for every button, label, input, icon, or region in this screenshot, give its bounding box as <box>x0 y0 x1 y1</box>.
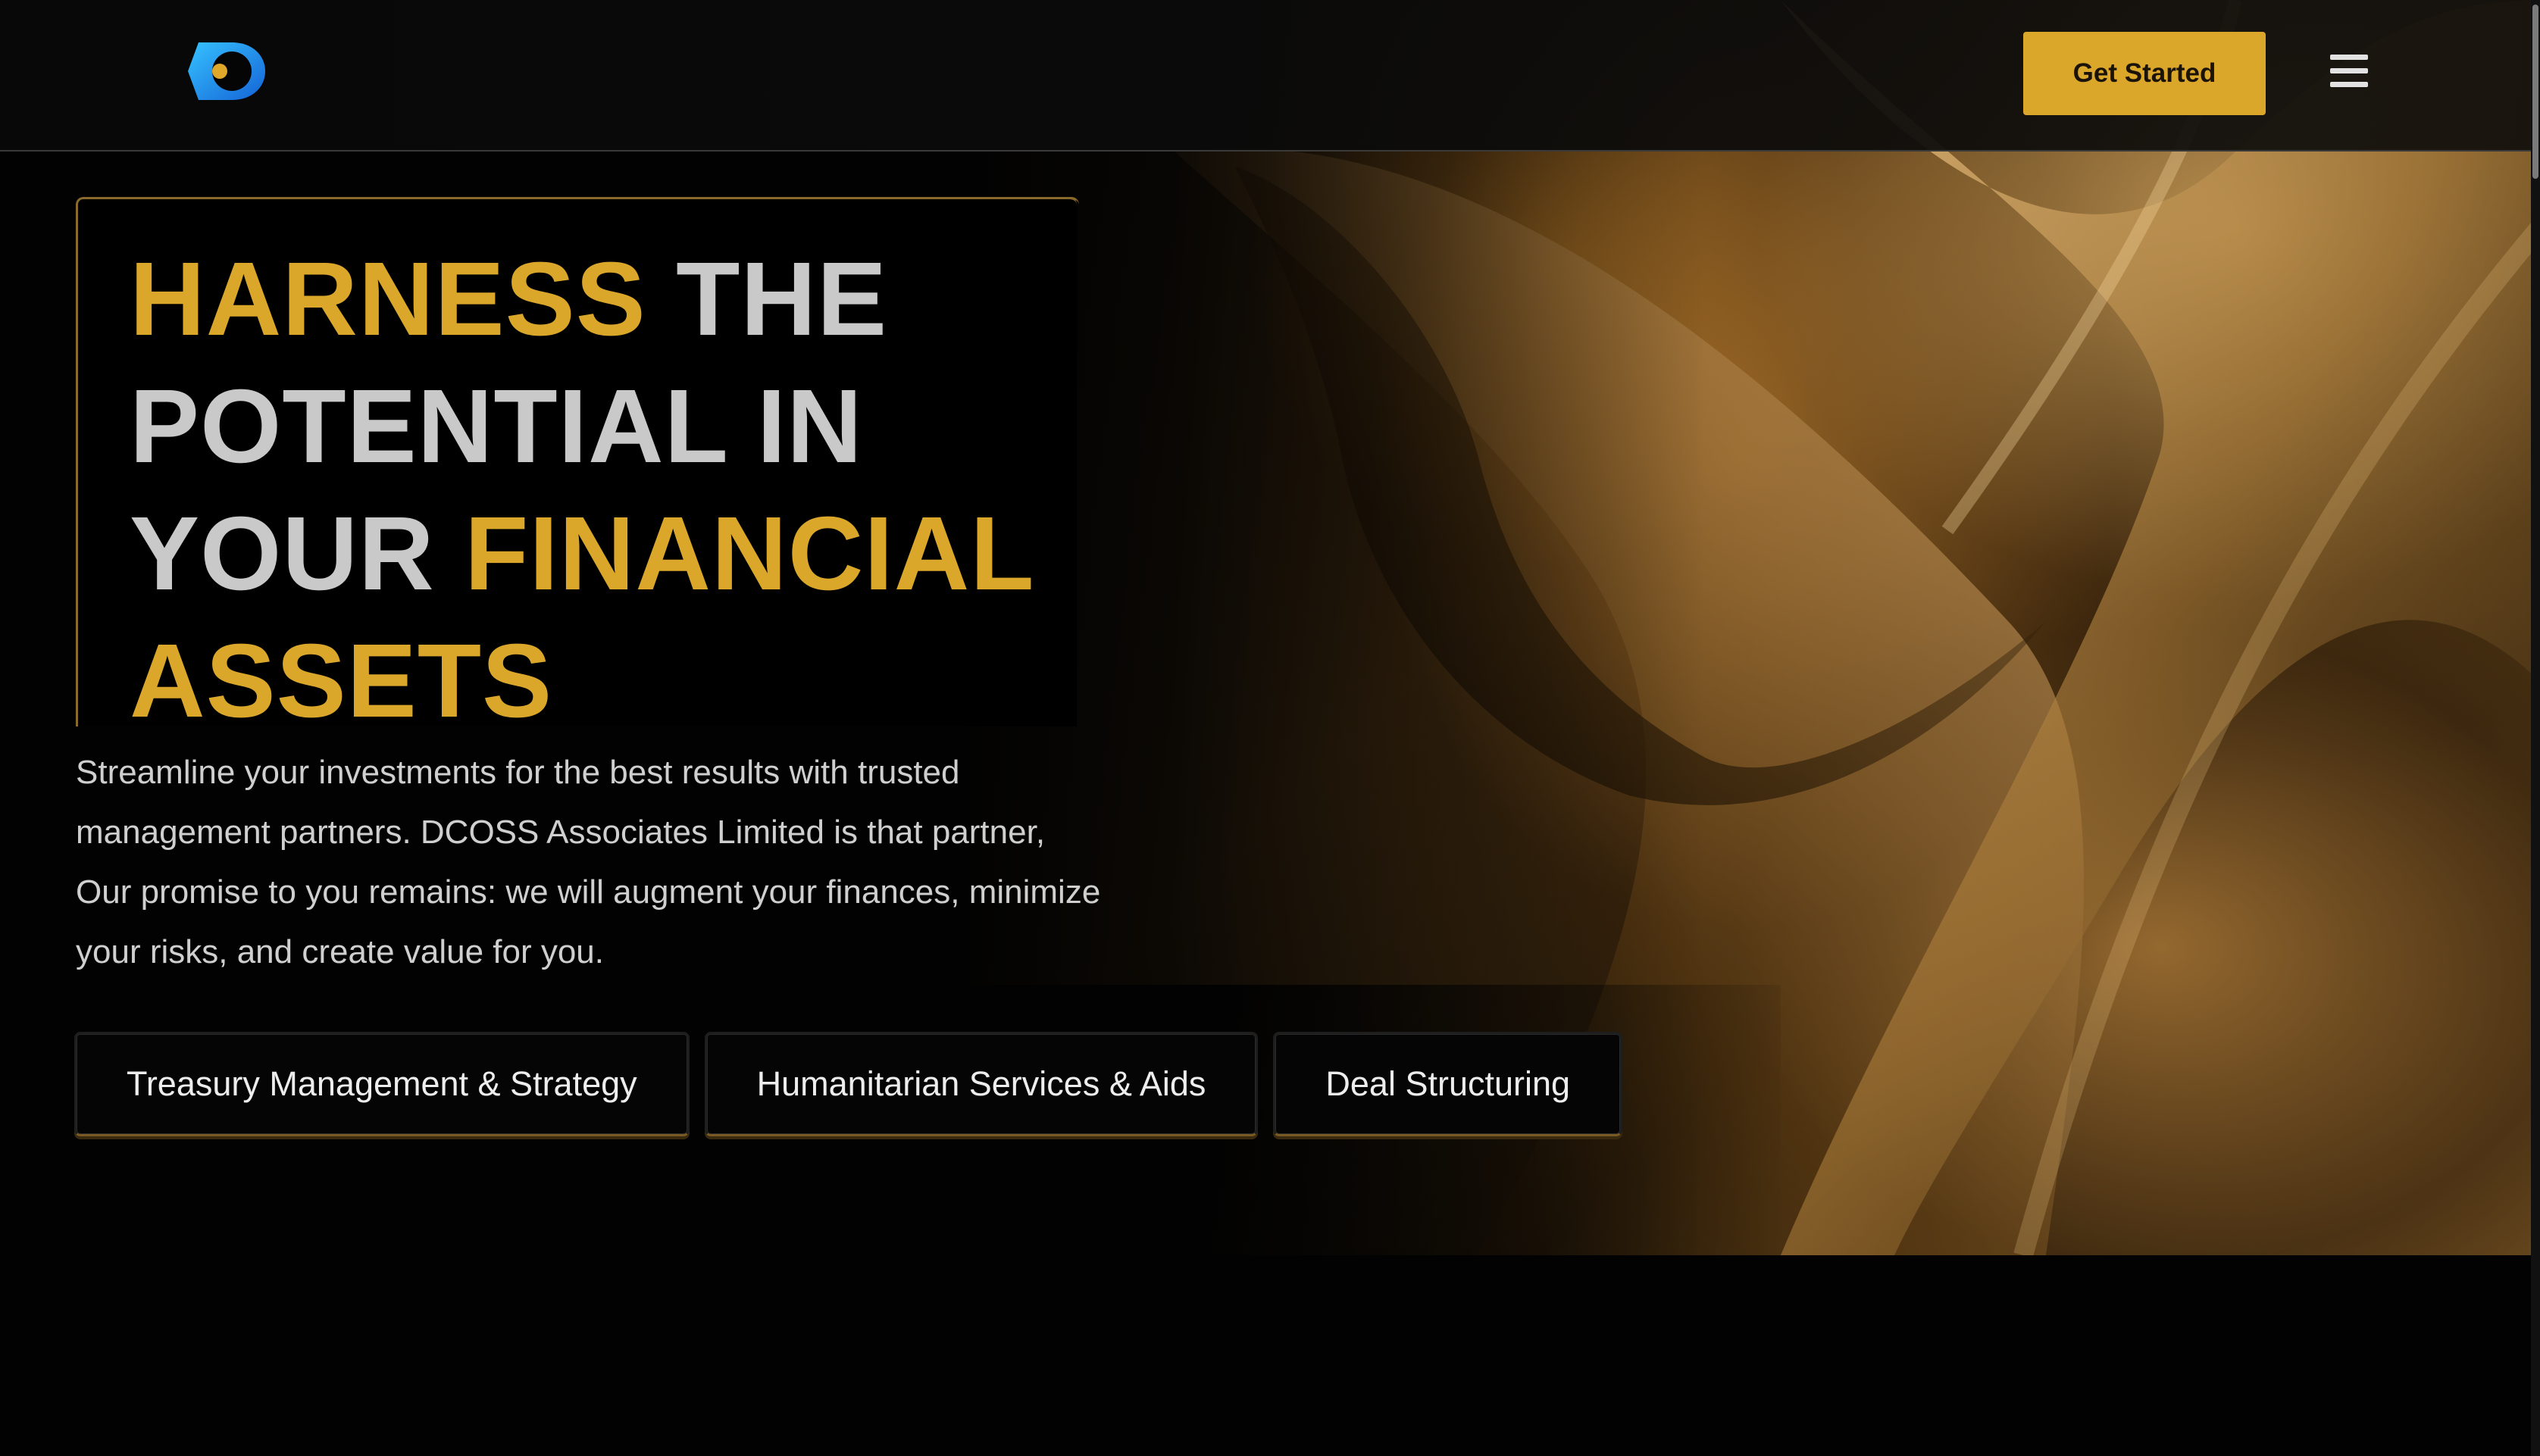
hero-heading-highlight-1: HARNESS <box>130 241 646 358</box>
get-started-button[interactable]: Get Started <box>2023 32 2266 115</box>
treasury-management-button[interactable]: Treasury Management & Strategy <box>74 1032 690 1136</box>
hero-heading-box: HARNESS THE POTENTIAL IN YOUR FINANCIAL … <box>76 197 1079 739</box>
page: Get Started HARNESS THE POTENTIAL IN YOU… <box>0 0 2540 1456</box>
hero-heading: HARNESS THE POTENTIAL IN YOUR FINANCIAL … <box>130 236 1062 745</box>
hamburger-menu-icon[interactable] <box>2330 55 2371 92</box>
service-buttons: Treasury Management & Strategy Humanitar… <box>74 1032 1623 1136</box>
scrollbar-thumb[interactable] <box>2532 5 2538 179</box>
site-header: Get Started <box>0 0 2540 152</box>
humanitarian-services-button[interactable]: Humanitarian Services & Aids <box>704 1032 1259 1136</box>
dcoss-logo-icon[interactable] <box>188 38 267 105</box>
page-scrollbar[interactable] <box>2531 0 2540 1456</box>
hero-subtitle: Streamline your investments for the best… <box>76 754 1101 970</box>
deal-structuring-button[interactable]: Deal Structuring <box>1273 1032 1623 1136</box>
